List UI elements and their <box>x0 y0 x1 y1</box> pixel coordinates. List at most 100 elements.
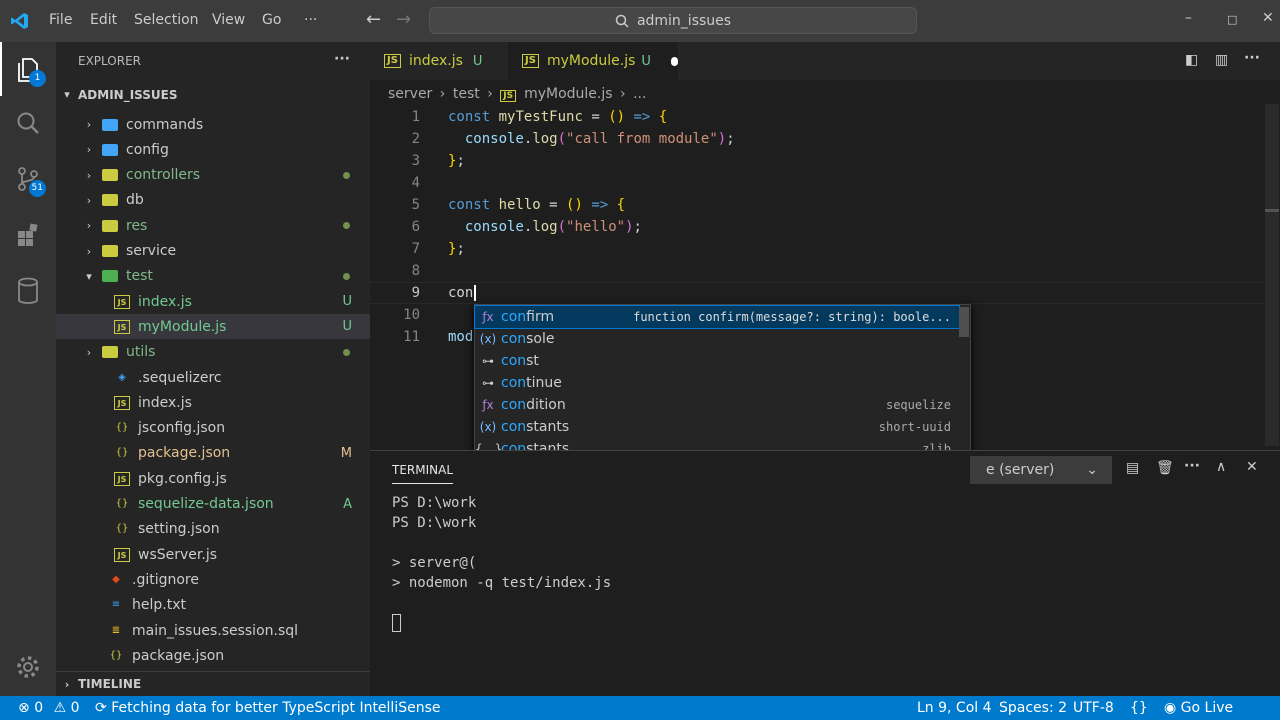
tab-terminal[interactable]: TERMINAL <box>392 463 454 484</box>
tree-item[interactable]: JS wsServer.js <box>56 542 370 567</box>
tree-item[interactable]: ◈ .sequelizerc <box>56 365 370 390</box>
close-window-icon[interactable]: ✕ <box>1262 10 1274 26</box>
forward-arrow-icon[interactable]: → <box>396 9 411 30</box>
breadcrumb-server[interactable]: server <box>388 86 432 102</box>
chevron-right-icon: › <box>86 118 92 131</box>
cursor-position[interactable]: Ln 9, Col 4 <box>917 700 992 716</box>
chevron-right-icon: › <box>620 86 626 102</box>
tree-item[interactable]: › service <box>56 239 370 264</box>
breadcrumb-test[interactable]: test <box>453 86 480 102</box>
tree-item[interactable]: JS myModule.js U <box>56 314 370 340</box>
go-live-button[interactable]: ◉ Go Live <box>1164 700 1233 716</box>
json-file-icon: {} <box>109 649 123 661</box>
maximize-panel-icon[interactable]: ∧ <box>1216 459 1226 475</box>
restore-icon[interactable]: □ <box>1227 13 1237 26</box>
terminal-line: PS D:\work <box>392 515 477 531</box>
warnings-count: 0 <box>70 700 80 716</box>
tree-item[interactable]: ≡ help.txt <box>56 593 370 618</box>
database-activity[interactable] <box>0 267 56 315</box>
suggestion-item[interactable]: (x) console <box>475 328 959 350</box>
folder-icon <box>102 143 118 156</box>
modified-dot-icon <box>343 272 350 280</box>
menu-edit[interactable]: Edit <box>90 12 117 28</box>
suggestion-item[interactable]: ⊶ const <box>475 350 959 372</box>
tree-item-label: controllers <box>126 167 201 184</box>
tree-item[interactable]: JS index.js U <box>56 289 370 314</box>
timeline-section[interactable]: › TIMELINE <box>56 671 370 696</box>
menu-file[interactable]: File <box>49 12 72 28</box>
tree-item[interactable]: {} jsconfig.json <box>56 416 370 441</box>
tree-item[interactable]: JS pkg.config.js <box>56 466 370 491</box>
terminal-line: > server@( <box>392 555 477 571</box>
function-icon: ƒx <box>482 398 494 412</box>
breadcrumb-file[interactable]: myModule.js <box>524 86 612 102</box>
tree-item[interactable]: › config <box>56 137 370 162</box>
indentation[interactable]: Spaces: 2 <box>999 700 1067 716</box>
tree-item[interactable]: ▾ test <box>56 264 370 289</box>
suggestion-item[interactable]: ⊶ continue <box>475 372 959 394</box>
tree-item[interactable]: ◆ .gitignore <box>56 567 370 592</box>
more-actions-icon[interactable]: ··· <box>1244 50 1260 66</box>
more-actions-icon[interactable]: ··· <box>334 51 350 67</box>
language-mode[interactable]: {} <box>1130 700 1148 716</box>
chevron-down-icon: ⌄ <box>1086 462 1098 478</box>
settings-activity[interactable] <box>0 643 56 691</box>
chevron-right-icon: › <box>439 86 446 102</box>
tree-item[interactable]: {} sequelize-data.json A <box>56 492 370 517</box>
tree-item[interactable]: › utils <box>56 340 370 365</box>
encoding[interactable]: UTF-8 <box>1073 700 1114 716</box>
js-file-icon: JS <box>384 54 401 68</box>
workspace-root[interactable]: ▾ ADMIN_ISSUES <box>56 82 370 107</box>
menu-more[interactable]: ··· <box>304 12 317 28</box>
menu-selection[interactable]: Selection <box>134 12 199 28</box>
tree-item[interactable]: › res <box>56 213 370 238</box>
open-changes-icon[interactable]: ◧ <box>1185 52 1198 68</box>
tab-index-js[interactable]: JS index.js U <box>370 42 508 80</box>
more-actions-icon[interactable]: ··· <box>1184 458 1200 474</box>
back-arrow-icon[interactable]: ← <box>366 9 381 30</box>
line-number: 3 <box>411 153 420 169</box>
tree-item[interactable]: {} package.json M <box>56 441 370 466</box>
modified-dot-icon <box>343 348 350 356</box>
tree-item-label: index.js <box>138 394 192 411</box>
extensions-activity[interactable] <box>0 211 56 259</box>
search-activity[interactable] <box>0 99 56 147</box>
suggestion-item[interactable]: ƒx confirm function confirm(message?: stri… <box>474 305 960 329</box>
source-control-activity[interactable]: 51 <box>0 155 56 203</box>
tree-item[interactable]: › commands <box>56 112 370 137</box>
trash-icon[interactable]: 🗑 <box>1156 460 1174 476</box>
tab-mymodule-js[interactable]: JS myModule.js U <box>508 42 678 80</box>
problems-indicator[interactable]: ⊗ 0 ⚠ 0 <box>18 700 80 716</box>
tree-item[interactable]: ≣ main_issues.session.sql <box>56 618 370 643</box>
suggestion-match: con <box>501 397 527 413</box>
tree-item[interactable]: › controllers <box>56 163 370 188</box>
tree-item-label: main_issues.session.sql <box>132 622 299 639</box>
split-terminal-icon[interactable]: ▤ <box>1126 460 1139 476</box>
tree-item-label: test <box>126 268 153 285</box>
tree-item[interactable]: {} setting.json <box>56 517 370 542</box>
menu-go[interactable]: Go <box>262 12 281 28</box>
command-center-search[interactable]: admin_issues <box>429 7 917 34</box>
tree-item[interactable]: {} package.json <box>56 643 370 668</box>
unsaved-dot-icon[interactable] <box>670 56 678 66</box>
suggest-scrollbar[interactable] <box>959 307 969 337</box>
line-number: 1 <box>411 109 420 125</box>
tab-status: U <box>641 53 651 69</box>
breadcrumb-symbol[interactable]: ... <box>633 86 646 102</box>
suggestion-item[interactable]: ƒx condition sequelize <box>475 394 959 416</box>
tree-item-label: commands <box>126 116 204 133</box>
suggestion-detail: sequelize <box>885 398 951 412</box>
suggestion-item[interactable]: (x) constants short-uuid <box>475 416 959 438</box>
tree-item[interactable]: JS index.js <box>56 390 370 415</box>
terminal-select[interactable]: e (server) ⌄ <box>970 456 1112 484</box>
close-panel-icon[interactable]: ✕ <box>1246 459 1258 475</box>
suggestion-match: con <box>501 331 527 347</box>
minimize-icon[interactable]: – <box>1185 10 1192 26</box>
menu-view[interactable]: View <box>212 12 245 28</box>
git-status: U <box>342 294 352 310</box>
tree-item[interactable]: › db <box>56 188 370 213</box>
chevron-right-icon: › <box>86 345 92 359</box>
explorer-activity[interactable]: 1 <box>0 45 56 93</box>
split-editor-icon[interactable]: ▥ <box>1215 52 1228 68</box>
editor-scrollbar[interactable] <box>1265 104 1279 446</box>
